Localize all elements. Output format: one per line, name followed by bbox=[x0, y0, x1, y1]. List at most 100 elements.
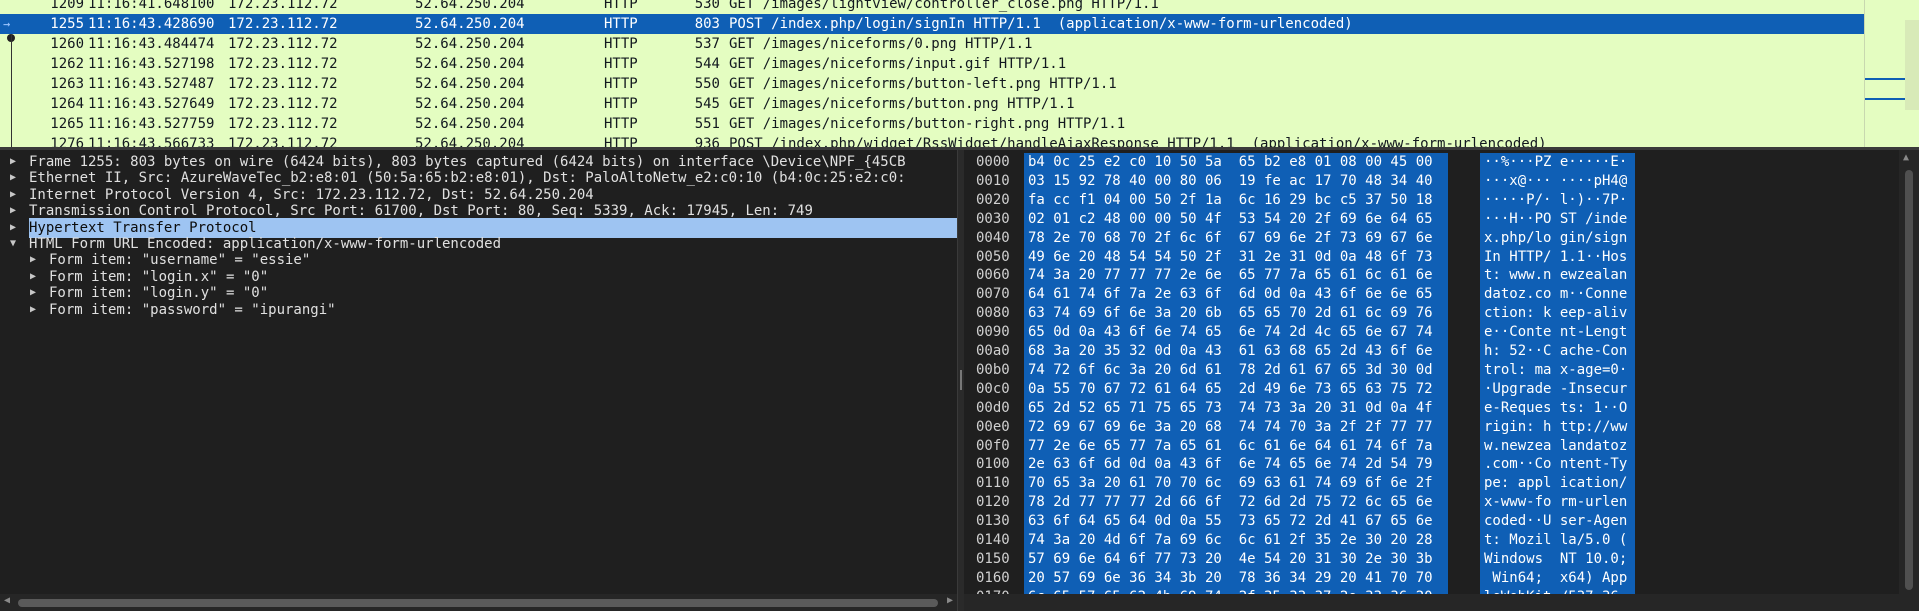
ascii-bytes[interactable]: ction: k eep-aliv bbox=[1484, 304, 1627, 323]
packet-row[interactable]: 1263 11:16:43.527487 172.23.112.72 52.64.25… bbox=[0, 74, 1864, 94]
ascii-bytes[interactable]: ···H··PO ST /inde bbox=[1484, 210, 1627, 229]
ascii-bytes[interactable]: x-www-fo rm-urlen bbox=[1484, 493, 1627, 512]
hex-bytes[interactable]: 03 15 92 78 40 00 80 06 19 fe ac 17 70 4… bbox=[1028, 172, 1433, 191]
packet-length: 530 bbox=[694, 0, 720, 12]
hex-bytes[interactable]: 2e 63 6f 6d 0d 0a 43 6f 6e 74 65 6e 74 2… bbox=[1028, 455, 1433, 474]
hex-bytes[interactable]: 74 72 6f 6c 3a 20 6d 61 78 2d 61 67 65 3… bbox=[1028, 361, 1433, 380]
byte-offset: 00b0 bbox=[976, 361, 1010, 378]
packet-row[interactable]: 1260 11:16:43.484474 172.23.112.72 52.64.25… bbox=[0, 34, 1864, 54]
hex-bytes[interactable]: 74 3a 20 4d 6f 7a 69 6c 6c 61 2f 35 2e 3… bbox=[1028, 531, 1433, 550]
packet-rows: 1209 11:16:41.648100 172.23.112.72 52.64.25… bbox=[0, 0, 1864, 147]
hex-bytes[interactable]: 70 65 3a 20 61 70 70 6c 69 63 61 74 69 6… bbox=[1028, 474, 1433, 493]
packet-number: 1263 bbox=[50, 76, 84, 92]
byte-offset: 0110 bbox=[976, 475, 1010, 492]
ascii-bytes[interactable]: Win64; x64) App bbox=[1484, 569, 1627, 588]
packet-row[interactable]: 1276 11:16:43.566733 172.23.112.72 52.64.25… bbox=[0, 134, 1864, 147]
scrollbar-thumb[interactable] bbox=[1905, 170, 1913, 590]
ascii-bytes[interactable]: ·····P/· l·)··7P· bbox=[1484, 191, 1627, 210]
byte-offset: 00e0 bbox=[976, 418, 1010, 435]
hex-bytes[interactable]: 65 0d 0a 43 6f 6e 74 65 6e 74 2d 4c 65 6… bbox=[1028, 323, 1433, 342]
packet-source: 172.23.112.72 bbox=[228, 76, 338, 92]
ascii-bytes[interactable]: e-Reques ts: 1··O bbox=[1484, 399, 1627, 418]
ascii-bytes[interactable]: w.newzea landatoz bbox=[1484, 437, 1627, 456]
scroll-right-icon[interactable]: ▶ bbox=[947, 595, 953, 606]
details-horizontal-scrollbar[interactable]: ◀ ▶ bbox=[0, 594, 957, 611]
hex-bytes[interactable]: 78 2d 77 77 77 2d 66 6f 72 6d 2d 75 72 6… bbox=[1028, 493, 1433, 512]
packet-protocol: HTTP bbox=[604, 56, 638, 72]
ascii-bytes[interactable]: Windows NT 10.0; bbox=[1484, 550, 1627, 569]
packet-protocol: HTTP bbox=[604, 136, 638, 147]
pane-splitter-vertical[interactable] bbox=[957, 150, 964, 611]
packet-time: 11:16:43.566733 bbox=[88, 136, 215, 147]
byte-offset: 0160 bbox=[976, 569, 1010, 586]
ascii-bytes[interactable]: rigin: h ttp://ww bbox=[1484, 418, 1627, 437]
packet-row[interactable]: 1209 11:16:41.648100 172.23.112.72 52.64.25… bbox=[0, 0, 1864, 14]
hex-bytes[interactable]: 02 01 c2 48 00 00 50 4f 53 54 20 2f 69 6… bbox=[1028, 210, 1433, 229]
ascii-bytes[interactable]: In HTTP/ 1.1··Hos bbox=[1484, 248, 1627, 267]
hex-bytes[interactable]: 63 74 69 6f 6e 3a 20 6b 65 65 70 2d 61 6… bbox=[1028, 304, 1433, 323]
byte-offset: 0070 bbox=[976, 286, 1010, 303]
ascii-bytes[interactable]: ·Upgrade -Insecur bbox=[1484, 380, 1627, 399]
hex-bytes[interactable]: 20 57 69 6e 36 34 3b 20 78 36 34 29 20 4… bbox=[1028, 569, 1433, 588]
hex-bytes[interactable]: 49 6e 20 48 54 54 50 2f 31 2e 31 0d 0a 4… bbox=[1028, 248, 1433, 267]
scroll-up-icon[interactable]: ▲ bbox=[1903, 152, 1909, 163]
hex-bytes[interactable]: 63 6f 64 65 64 0d 0a 55 73 65 72 2d 41 6… bbox=[1028, 512, 1433, 531]
scrollbar-thumb[interactable] bbox=[18, 599, 938, 607]
ascii-bytes[interactable]: ···x@··· ····pH4@ bbox=[1484, 172, 1627, 191]
ascii-bytes[interactable]: coded··U ser-Agen bbox=[1484, 512, 1627, 531]
byte-offset: 0100 bbox=[976, 456, 1010, 473]
hex-bytes[interactable]: 0a 55 70 67 72 61 64 65 2d 49 6e 73 65 6… bbox=[1028, 380, 1433, 399]
byte-offset: 0010 bbox=[976, 172, 1010, 189]
byte-offset: 0050 bbox=[976, 248, 1010, 265]
collapsed-chevron-icon[interactable]: ▶ bbox=[30, 300, 36, 320]
hex-bytes[interactable]: 68 3a 20 35 32 0d 0a 43 61 63 68 65 2d 4… bbox=[1028, 342, 1433, 361]
hex-bytes[interactable]: fa cc f1 04 00 50 2f 1a 6c 16 29 bc c5 3… bbox=[1028, 191, 1433, 210]
packet-time: 11:16:43.527649 bbox=[88, 96, 215, 112]
hex-bytes[interactable]: b4 0c 25 e2 c0 10 50 5a 65 b2 e8 01 08 0… bbox=[1028, 153, 1433, 172]
byte-offset: 0140 bbox=[976, 532, 1010, 548]
ascii-bytes[interactable]: trol: ma x-age=0· bbox=[1484, 361, 1627, 380]
packet-protocol: HTTP bbox=[604, 36, 638, 52]
packet-row[interactable]: → 1255 11:16:43.428690 172.23.112.72 52.64.2… bbox=[0, 14, 1864, 34]
hex-bytes[interactable]: 72 69 67 69 6e 3a 20 68 74 74 70 3a 2f 2… bbox=[1028, 418, 1433, 437]
related-line bbox=[11, 114, 12, 134]
ascii-bytes[interactable]: h: 52··C ache-Con bbox=[1484, 342, 1627, 361]
packet-info: GET /images/niceforms/button-right.png H… bbox=[729, 116, 1126, 132]
hex-bytes[interactable]: 65 2d 52 65 71 75 65 73 74 73 3a 20 31 0… bbox=[1028, 399, 1433, 418]
packet-row[interactable]: 1264 11:16:43.527649 172.23.112.72 52.64.25… bbox=[0, 94, 1864, 114]
ascii-bytes[interactable]: t: Mozil la/5.0 ( bbox=[1484, 531, 1627, 550]
packet-bytes-pane[interactable]: 0000 b4 0c 25 e2 c0 10 50 5a 65 b2 e8 01 … bbox=[964, 150, 1899, 594]
packet-row[interactable]: 1265 11:16:43.527759 172.23.112.72 52.64.25… bbox=[0, 114, 1864, 134]
ascii-bytes[interactable]: x.php/lo gin/sign bbox=[1484, 229, 1627, 248]
packet-destination: 52.64.250.204 bbox=[415, 0, 525, 12]
packet-number: 1264 bbox=[50, 96, 84, 112]
ascii-bytes[interactable]: t: www.n ewzealan bbox=[1484, 266, 1627, 285]
scroll-left-icon[interactable]: ◀ bbox=[4, 595, 10, 606]
ascii-bytes[interactable]: pe: appl ication/ bbox=[1484, 474, 1627, 493]
hex-bytes[interactable]: 78 2e 70 68 70 2f 6c 6f 67 69 6e 2f 73 6… bbox=[1028, 229, 1433, 248]
packet-info: POST /index.php/login/signIn HTTP/1.1 (a… bbox=[729, 16, 1353, 32]
ascii-bytes[interactable]: .com··Co ntent-Ty bbox=[1484, 455, 1627, 474]
ascii-bytes[interactable]: e··Conte nt-Lengt bbox=[1484, 323, 1627, 342]
packet-source: 172.23.112.72 bbox=[228, 56, 338, 72]
hex-bytes[interactable]: 77 2e 6e 65 77 7a 65 61 6c 61 6e 64 61 7… bbox=[1028, 437, 1433, 456]
detail-tree-item[interactable]: ▶ Form item: "password" = "ipurangi" bbox=[0, 300, 957, 320]
packet-row[interactable]: 1262 11:16:43.527198 172.23.112.72 52.64.25… bbox=[0, 54, 1864, 74]
hex-bytes[interactable]: 64 61 74 6f 7a 2e 63 6f 6d 0d 0a 43 6f 6… bbox=[1028, 285, 1433, 304]
packet-list-scrollbar[interactable] bbox=[1864, 0, 1919, 147]
packet-source: 172.23.112.72 bbox=[228, 136, 338, 147]
ascii-bytes[interactable]: ··%···PZ e·····E· bbox=[1484, 153, 1627, 172]
hex-bytes[interactable]: 74 3a 20 77 77 77 2e 6e 65 77 7a 65 61 6… bbox=[1028, 266, 1433, 285]
packet-info: POST /index.php/widget/RssWidget/handleA… bbox=[729, 136, 1547, 147]
hex-bytes[interactable]: 57 69 6e 64 6f 77 73 20 4e 54 20 31 30 2… bbox=[1028, 550, 1433, 569]
packet-destination: 52.64.250.204 bbox=[415, 96, 525, 112]
packet-list[interactable]: 1209 11:16:41.648100 172.23.112.72 52.64.25… bbox=[0, 0, 1919, 147]
packet-time: 11:16:43.428690 bbox=[88, 16, 215, 32]
scrollbar-thumb[interactable] bbox=[1905, 20, 1919, 110]
packet-details-tree[interactable]: ▶ Frame 1255: 803 bytes on wire (6424 bit… bbox=[0, 150, 957, 594]
splitter-grip[interactable] bbox=[960, 370, 962, 390]
packet-info: GET /images/niceforms/button-left.png HT… bbox=[729, 76, 1117, 92]
bytes-vertical-scrollbar[interactable]: ▲ bbox=[1899, 150, 1919, 594]
ascii-bytes[interactable]: datoz.co m··Conne bbox=[1484, 285, 1627, 304]
bytes-horizontal-scrollbar[interactable] bbox=[964, 594, 1919, 611]
